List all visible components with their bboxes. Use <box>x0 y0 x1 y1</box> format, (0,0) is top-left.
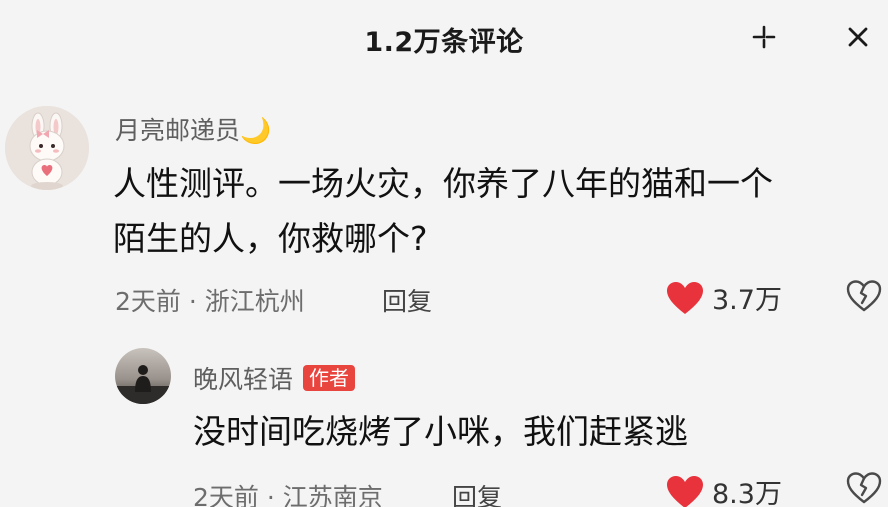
heart-icon <box>667 475 703 507</box>
comment-text-line-1: 人性测评。一场火灾，你养了八年的猫和一个 <box>113 164 773 203</box>
username-text: 月亮邮递员 <box>115 116 241 145</box>
comment-location: 浙江杭州 <box>204 287 305 316</box>
comment-username[interactable]: 月亮邮递员🌙 <box>115 111 271 147</box>
heart-icon <box>667 281 703 314</box>
avatar[interactable] <box>5 106 89 190</box>
like-count: 3.7万 <box>712 285 782 316</box>
comment-item: 月亮邮递员🌙 人性测评。一场火灾，你养了八年的猫和一个 陌生的人，你救哪个? 2… <box>0 0 888 330</box>
author-badge: 作者 <box>303 365 356 391</box>
like-count: 8.3万 <box>712 479 782 507</box>
reply-time: 2天前 <box>193 483 259 507</box>
moon-emoji-icon: 🌙 <box>240 116 272 145</box>
meta-separator: · <box>266 483 275 507</box>
reply-button[interactable]: 回复 <box>382 282 432 318</box>
like-button[interactable]: 3.7万 <box>666 278 782 317</box>
comments-sheet: 1.2万条评论 月亮邮递员🌙 人性测评。一场火灾，你养了八年的猫和一个 陌生的人… <box>0 0 888 507</box>
dislike-button[interactable] <box>846 280 882 316</box>
silhouette-avatar-icon <box>115 348 171 404</box>
bunny-avatar-icon <box>5 106 89 190</box>
username-text: 晚风轻语 <box>193 365 294 394</box>
comment-time: 2天前 <box>115 287 181 316</box>
reply-meta: 2天前 · 江苏南京 <box>193 478 383 507</box>
reply-item: 晚风轻语 作者 没时间吃烧烤了小咪，我们赶紧逃 2天前 · 江苏南京 回复 8.3… <box>0 330 888 507</box>
broken-heart-icon <box>846 472 882 504</box>
reply-button[interactable]: 回复 <box>452 478 502 507</box>
reply-text[interactable]: 没时间吃烧烤了小咪，我们赶紧逃 <box>193 404 853 459</box>
reply-location: 江苏南京 <box>282 483 383 507</box>
comment-meta: 2天前 · 浙江杭州 <box>115 282 305 318</box>
meta-separator: · <box>188 287 197 316</box>
broken-heart-icon <box>846 280 882 312</box>
comment-text-line-2: 陌生的人，你救哪个? <box>113 219 428 258</box>
dislike-button[interactable] <box>846 472 882 507</box>
reply-username[interactable]: 晚风轻语 作者 <box>193 360 356 396</box>
comment-text[interactable]: 人性测评。一场火灾，你养了八年的猫和一个 陌生的人，你救哪个? <box>113 156 873 266</box>
like-button[interactable]: 8.3万 <box>666 472 782 507</box>
avatar[interactable] <box>115 348 171 404</box>
